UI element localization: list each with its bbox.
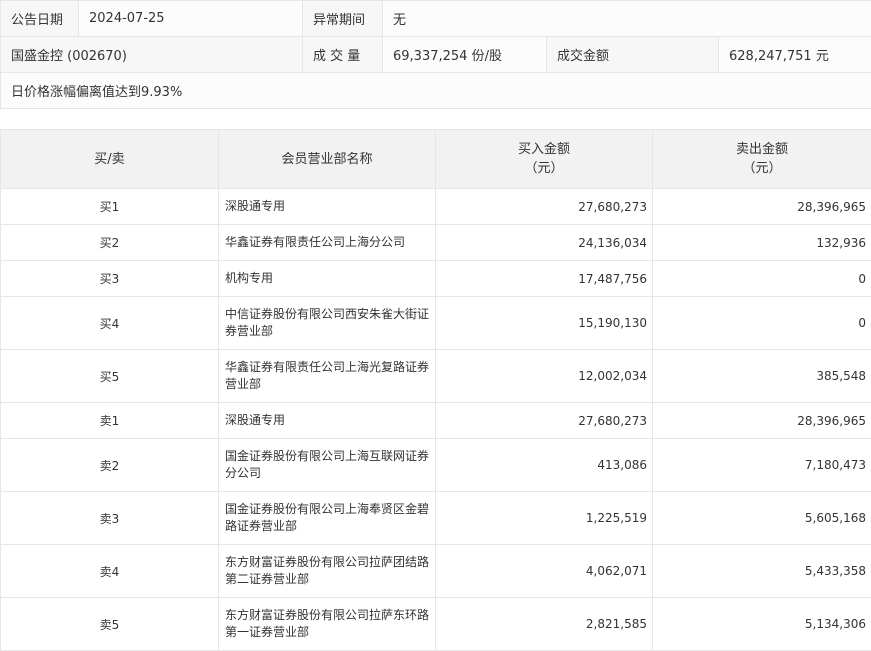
- table-row: 卖4 东方财富证券股份有限公司拉萨团结路第二证券营业部 4,062,071 5,…: [1, 545, 871, 598]
- header-side: 买/卖: [1, 130, 219, 189]
- table-row: 卖5 东方财富证券股份有限公司拉萨东环路第一证券营业部 2,821,585 5,…: [1, 598, 871, 651]
- info-row-date: 公告日期 2024-07-25 异常期间 无: [1, 1, 871, 37]
- header-buy-amount-title: 买入金额: [518, 142, 570, 157]
- info-row-volume: 国盛金控 (002670) 成 交 量 69,337,254 份/股 成交金额 …: [1, 37, 871, 73]
- row-side: 买2: [1, 225, 219, 261]
- row-branch-name: 华鑫证券有限责任公司上海光复路证券营业部: [219, 350, 436, 403]
- row-buy-amount: 27,680,273: [436, 403, 653, 439]
- row-branch-name: 东方财富证券股份有限公司拉萨团结路第二证券营业部: [219, 545, 436, 598]
- row-buy-amount: 17,487,756: [436, 261, 653, 297]
- table-row: 买3 机构专用 17,487,756 0: [1, 261, 871, 297]
- announcement-info-table: 公告日期 2024-07-25 异常期间 无 国盛金控 (002670) 成 交…: [0, 0, 871, 109]
- row-sell-amount: 132,936: [653, 225, 871, 261]
- row-buy-amount: 15,190,130: [436, 297, 653, 350]
- row-buy-amount: 2,821,585: [436, 598, 653, 651]
- row-side: 买3: [1, 261, 219, 297]
- stock-name-code: 国盛金控 (002670): [1, 37, 303, 73]
- announcement-date-label: 公告日期: [1, 1, 79, 37]
- row-side: 卖2: [1, 439, 219, 492]
- header-buy-amount-unit: （元）: [524, 161, 563, 176]
- header-sell-amount-title: 卖出金额: [736, 142, 788, 157]
- row-sell-amount: 28,396,965: [653, 403, 871, 439]
- row-buy-amount: 413,086: [436, 439, 653, 492]
- row-branch-name: 国金证券股份有限公司上海奉贤区金碧路证券营业部: [219, 492, 436, 545]
- row-sell-amount: 7,180,473: [653, 439, 871, 492]
- table-row: 买1 深股通专用 27,680,273 28,396,965: [1, 189, 871, 225]
- table-row: 买4 中信证券股份有限公司西安朱雀大街证券营业部 15,190,130 0: [1, 297, 871, 350]
- table-row: 卖3 国金证券股份有限公司上海奉贤区金碧路证券营业部 1,225,519 5,6…: [1, 492, 871, 545]
- row-sell-amount: 5,134,306: [653, 598, 871, 651]
- row-side: 买5: [1, 350, 219, 403]
- info-row-reason: 日价格涨幅偏离值达到9.93%: [1, 73, 871, 109]
- row-sell-amount: 28,396,965: [653, 189, 871, 225]
- row-sell-amount: 5,433,358: [653, 545, 871, 598]
- row-buy-amount: 27,680,273: [436, 189, 653, 225]
- volume-value: 69,337,254 份/股: [383, 37, 547, 73]
- turnover-label: 成交金额: [547, 37, 719, 73]
- row-side: 卖4: [1, 545, 219, 598]
- row-side: 卖5: [1, 598, 219, 651]
- row-branch-name: 华鑫证券有限责任公司上海分公司: [219, 225, 436, 261]
- row-side: 买4: [1, 297, 219, 350]
- table-row: 买5 华鑫证券有限责任公司上海光复路证券营业部 12,002,034 385,5…: [1, 350, 871, 403]
- row-side: 买1: [1, 189, 219, 225]
- row-buy-amount: 1,225,519: [436, 492, 653, 545]
- table-row: 卖1 深股通专用 27,680,273 28,396,965: [1, 403, 871, 439]
- row-side: 卖1: [1, 403, 219, 439]
- announcement-date-value: 2024-07-25: [79, 1, 303, 37]
- header-sell-amount: 卖出金额 （元）: [653, 130, 871, 189]
- volume-label: 成 交 量: [303, 37, 383, 73]
- header-buy-amount: 买入金额 （元）: [436, 130, 653, 189]
- abnormal-period-value: 无: [383, 1, 871, 37]
- row-sell-amount: 385,548: [653, 350, 871, 403]
- row-branch-name: 深股通专用: [219, 189, 436, 225]
- row-buy-amount: 24,136,034: [436, 225, 653, 261]
- header-sell-amount-unit: （元）: [742, 161, 781, 176]
- row-side: 卖3: [1, 492, 219, 545]
- row-branch-name: 国金证券股份有限公司上海互联网证券分公司: [219, 439, 436, 492]
- header-branch-name: 会员营业部名称: [219, 130, 436, 189]
- row-branch-name: 东方财富证券股份有限公司拉萨东环路第一证券营业部: [219, 598, 436, 651]
- row-sell-amount: 0: [653, 297, 871, 350]
- abnormal-period-label: 异常期间: [303, 1, 383, 37]
- row-branch-name: 机构专用: [219, 261, 436, 297]
- row-buy-amount: 4,062,071: [436, 545, 653, 598]
- turnover-value: 628,247,751 元: [719, 37, 871, 73]
- table-row: 卖2 国金证券股份有限公司上海互联网证券分公司 413,086 7,180,47…: [1, 439, 871, 492]
- row-sell-amount: 5,605,168: [653, 492, 871, 545]
- row-sell-amount: 0: [653, 261, 871, 297]
- row-buy-amount: 12,002,034: [436, 350, 653, 403]
- table-header-row: 买/卖 会员营业部名称 买入金额 （元） 卖出金额 （元）: [1, 130, 871, 189]
- row-branch-name: 深股通专用: [219, 403, 436, 439]
- trading-seats-table: 买/卖 会员营业部名称 买入金额 （元） 卖出金额 （元） 买1 深股通专用 27,…: [0, 129, 871, 651]
- table-row: 买2 华鑫证券有限责任公司上海分公司 24,136,034 132,936: [1, 225, 871, 261]
- listing-reason: 日价格涨幅偏离值达到9.93%: [1, 73, 871, 109]
- row-branch-name: 中信证券股份有限公司西安朱雀大街证券营业部: [219, 297, 436, 350]
- section-spacer: [0, 109, 871, 129]
